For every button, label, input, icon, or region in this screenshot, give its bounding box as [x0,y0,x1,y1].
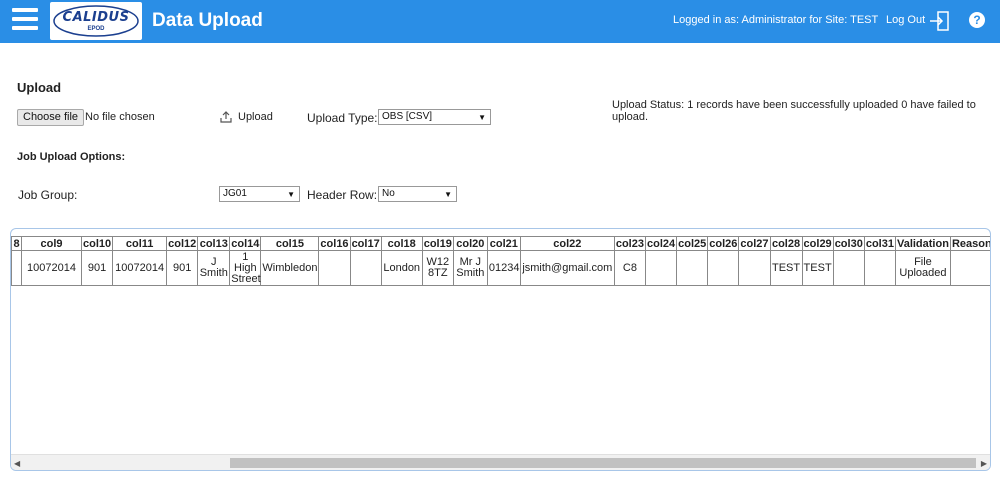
table-cell: 901 [80,250,114,286]
horizontal-scrollbar[interactable]: ◀ ▶ [11,454,990,470]
logo-subtext: EPOD [87,26,105,32]
column-header: col18 [380,236,423,251]
table-cell: 901 [166,250,199,286]
table-cell: jsmith@gmail.com [519,250,615,286]
hamburger-menu-icon[interactable] [12,8,38,32]
chevron-down-icon: ▼ [478,113,486,122]
upload-section-title: Upload [17,80,62,95]
column-header: col24 [644,236,678,251]
table-cell [676,250,709,286]
table-cell: J Smith [197,250,231,286]
column-header: col23 [613,236,646,251]
no-file-chosen-text: No file chosen [85,111,155,123]
column-header: col29 [801,236,834,251]
table-cell [11,250,22,286]
column-header: col15 [260,236,320,251]
logged-in-text: Logged in as: Administrator for Site: TE… [673,14,879,26]
upload-type-select[interactable]: OBS [CSV] ▼ [378,109,491,125]
column-header: col12 [166,236,199,251]
column-header: col19 [421,236,454,251]
table-cell [318,250,351,286]
column-header: col28 [769,236,803,251]
upload-status-text: Upload Status: 1 records have been succe… [612,99,976,123]
results-table: 8 col9 col10 col11 col12 col13 col14 col15 col16… [11,236,990,286]
scroll-left-icon[interactable]: ◀ [14,459,20,468]
job-group-select[interactable]: JG01 ▼ [219,186,300,202]
job-upload-options-title: Job Upload Options: [17,151,126,163]
column-header: col27 [738,236,771,251]
column-header: col20 [452,236,488,251]
column-header: col21 [486,236,521,251]
header-row-select[interactable]: No ▼ [378,186,457,202]
column-header: col30 [832,236,865,251]
table-cell: Wimbledon [260,250,320,286]
column-header: col31 [863,236,896,251]
column-header: 8 [11,236,22,251]
table-cell: 01234 [486,250,521,286]
table-cell [863,250,896,286]
column-header: col26 [707,236,740,251]
table-cell: File Uploaded [894,250,951,286]
header-row-value: No [382,188,395,199]
scroll-right-icon[interactable]: ▶ [981,459,987,468]
column-header: col13 [197,236,231,251]
table-cell [349,250,382,286]
table-row: 10072014 901 10072014 901 J Smith 1 High Stre… [11,250,990,286]
table-cell: 1 High Street [229,250,262,286]
column-header: col25 [676,236,709,251]
calidus-logo[interactable]: CALIDUS EPOD [50,2,142,40]
table-cell: C8 [613,250,646,286]
help-question-icon[interactable]: ? [969,12,985,28]
job-group-value: JG01 [223,188,247,199]
table-cell: Mr J Smith [452,250,488,286]
upload-type-label: Upload Type: [307,111,378,125]
table-cell [707,250,740,286]
column-header: col16 [318,236,351,251]
column-header: col14 [229,236,262,251]
table-cell [832,250,865,286]
logout-link[interactable]: Log Out [886,14,925,26]
table-cell [644,250,678,286]
table-cell: TEST [801,250,834,286]
table-cell: 10072014 [21,250,82,286]
upload-type-value: OBS [CSV] [382,111,433,122]
upload-results-grid: 8 col9 col10 col11 col12 col13 col14 col15 col16… [10,228,991,471]
chevron-down-icon: ▼ [444,190,452,199]
column-header: col9 [21,236,82,251]
job-group-label: Job Group: [18,188,78,202]
choose-file-button[interactable]: Choose file [17,109,85,126]
scrollbar-thumb[interactable] [230,458,976,468]
table-cell: London [380,250,423,286]
table-cell: TEST [769,250,803,286]
upload-icon[interactable] [219,110,233,124]
column-header: Reason for Failure [949,236,990,251]
column-header: Validation [894,236,951,251]
top-bar: CALIDUS EPOD Data Upload Logged in as: A… [0,0,1000,43]
column-header: col11 [112,236,168,251]
page-title: Data Upload [152,10,263,31]
table-header-row: 8 col9 col10 col11 col12 col13 col14 col15 col16… [11,236,990,251]
column-header: col17 [349,236,382,251]
table-cell [949,250,990,286]
table-cell [738,250,771,286]
logout-door-icon[interactable] [929,10,951,32]
header-row-label: Header Row: [307,188,378,202]
chevron-down-icon: ▼ [287,190,295,199]
table-cell: W12 8TZ [421,250,454,286]
column-header: col22 [519,236,615,251]
upload-button[interactable]: Upload [238,111,273,123]
column-header: col10 [80,236,114,251]
table-cell: 10072014 [112,250,168,286]
logo-text: CALIDUS [62,10,130,25]
